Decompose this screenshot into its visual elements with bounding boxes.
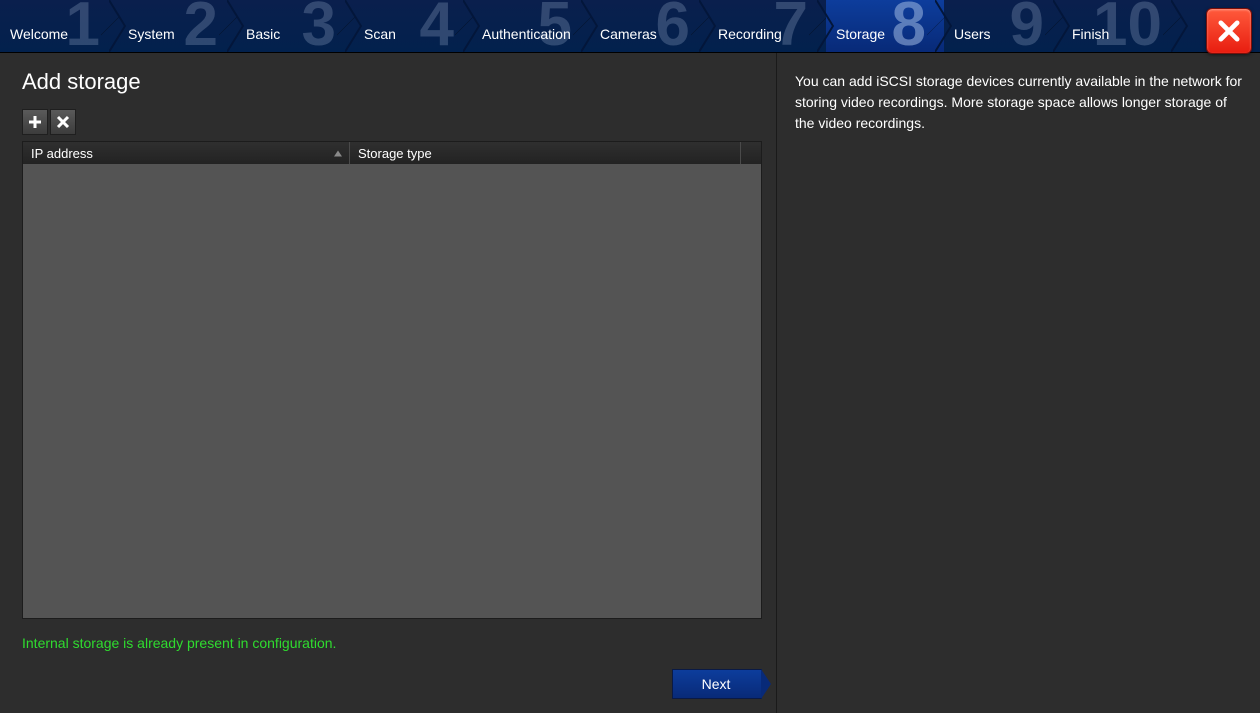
step-label: Users — [954, 26, 991, 42]
wizard-step-finish[interactable]: 10Finish — [1062, 0, 1180, 52]
wizard-step-cameras[interactable]: 6Cameras — [590, 0, 708, 52]
column-spacer — [741, 142, 761, 164]
help-text: You can add iSCSI storage devices curren… — [795, 71, 1242, 134]
storage-table: IP address Storage type — [22, 141, 762, 619]
column-storage-type[interactable]: Storage type — [350, 142, 741, 164]
close-button[interactable] — [1206, 8, 1252, 54]
step-number: 4 — [420, 0, 454, 56]
table-body — [23, 164, 761, 618]
step-number: 8 — [892, 0, 926, 56]
wizard-step-basic[interactable]: 3Basic — [236, 0, 354, 52]
sort-asc-icon — [333, 146, 343, 161]
wizard-stepbar: 1Welcome2System3Basic4Scan5Authenticatio… — [0, 0, 1260, 52]
step-number: 6 — [656, 0, 690, 56]
step-number: 2 — [184, 0, 218, 56]
step-label: Scan — [364, 26, 396, 42]
step-number: 1 — [66, 0, 100, 56]
step-label: Storage — [836, 26, 885, 42]
wizard-step-authentication[interactable]: 5Authentication — [472, 0, 590, 52]
wizard-step-users[interactable]: 9Users — [944, 0, 1062, 52]
step-label: Authentication — [482, 26, 571, 42]
wizard-step-scan[interactable]: 4Scan — [354, 0, 472, 52]
toolbar — [22, 109, 762, 135]
help-panel: You can add iSCSI storage devices curren… — [777, 53, 1260, 713]
chevron-right-icon — [1171, 0, 1189, 52]
wizard-step-storage[interactable]: 8Storage — [826, 0, 944, 52]
step-label: Cameras — [600, 26, 657, 42]
step-number: 3 — [302, 0, 336, 56]
column-ip-address[interactable]: IP address — [23, 142, 350, 164]
step-number: 9 — [1010, 0, 1044, 56]
status-message: Internal storage is already present in c… — [22, 635, 762, 651]
step-label: Recording — [718, 26, 782, 42]
step-label: Finish — [1072, 26, 1109, 42]
wizard-step-recording[interactable]: 7Recording — [708, 0, 826, 52]
plus-icon — [27, 114, 43, 130]
remove-button[interactable] — [50, 109, 76, 135]
x-icon — [55, 114, 71, 130]
table-header: IP address Storage type — [23, 142, 761, 164]
page-title: Add storage — [22, 69, 762, 95]
add-button[interactable] — [22, 109, 48, 135]
wizard-step-welcome[interactable]: 1Welcome — [0, 0, 118, 52]
step-label: Welcome — [10, 26, 68, 42]
next-button[interactable]: Next — [672, 669, 762, 699]
close-icon — [1215, 17, 1243, 45]
wizard-step-system[interactable]: 2System — [118, 0, 236, 52]
main-panel: Add storage IP address — [0, 53, 777, 713]
step-label: Basic — [246, 26, 280, 42]
step-label: System — [128, 26, 175, 42]
